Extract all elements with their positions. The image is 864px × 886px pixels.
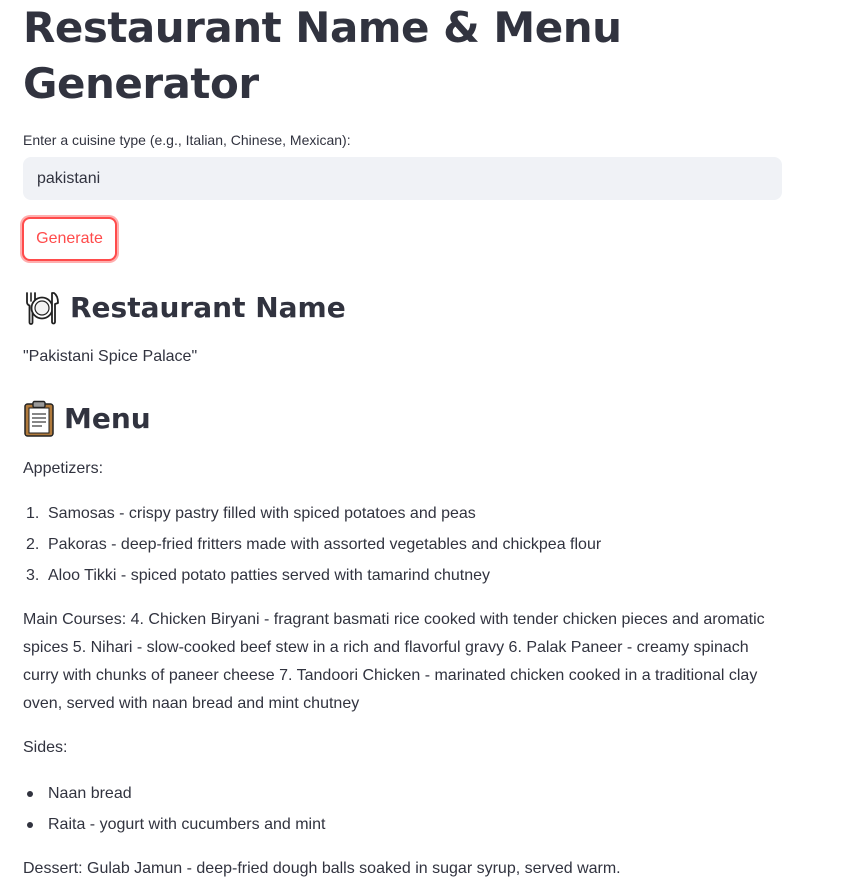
restaurant-name-value: "Pakistani Spice Palace": [23, 348, 198, 365]
main-courses-paragraph: Main Courses: 4. Chicken Biryani - fragr…: [23, 611, 765, 712]
clipboard-icon: [23, 400, 55, 438]
page-title: Restaurant Name & Menu Generator: [23, 3, 622, 108]
plate-cutlery-icon: [23, 289, 61, 327]
cuisine-input-label: Enter a cuisine type (e.g., Italian, Chi…: [23, 132, 351, 148]
list-item: 1. Samosas - crispy pastry filled with s…: [26, 505, 476, 522]
list-item: Raita - yogurt with cucumbers and mint: [23, 809, 783, 840]
appetizer-text: Samosas - crispy pastry filled with spic…: [48, 505, 476, 522]
menu-heading-text: Menu: [64, 402, 151, 435]
appetizers-label: Appetizers:: [23, 460, 104, 477]
menu-heading: Menu: [23, 399, 151, 439]
appetizer-text: Pakoras - deep-fried fritters made with …: [48, 536, 602, 553]
sides-label: Sides:: [23, 739, 68, 756]
list-item: Naan bread: [23, 778, 783, 809]
side-text: Naan bread: [48, 785, 132, 802]
generate-button[interactable]: Generate: [22, 217, 117, 261]
list-item: 2. Pakoras - deep-fried fritters made wi…: [26, 536, 602, 553]
cuisine-input[interactable]: [23, 157, 782, 200]
dessert-paragraph: Dessert: Gulab Jamun - deep-fried dough …: [23, 860, 621, 877]
appetizer-text: Aloo Tikki - spiced potato patties serve…: [48, 567, 490, 584]
side-text: Raita - yogurt with cucumbers and mint: [48, 816, 326, 833]
list-item: 3. Aloo Tikki - spiced potato patties se…: [26, 567, 490, 584]
restaurant-name-heading-text: Restaurant Name: [70, 291, 346, 324]
sides-list: Naan bread Raita - yogurt with cucumbers…: [23, 778, 783, 840]
restaurant-name-heading: Restaurant Name: [23, 288, 346, 328]
appetizers-list: 1. Samosas - crispy pastry filled with s…: [23, 498, 783, 591]
